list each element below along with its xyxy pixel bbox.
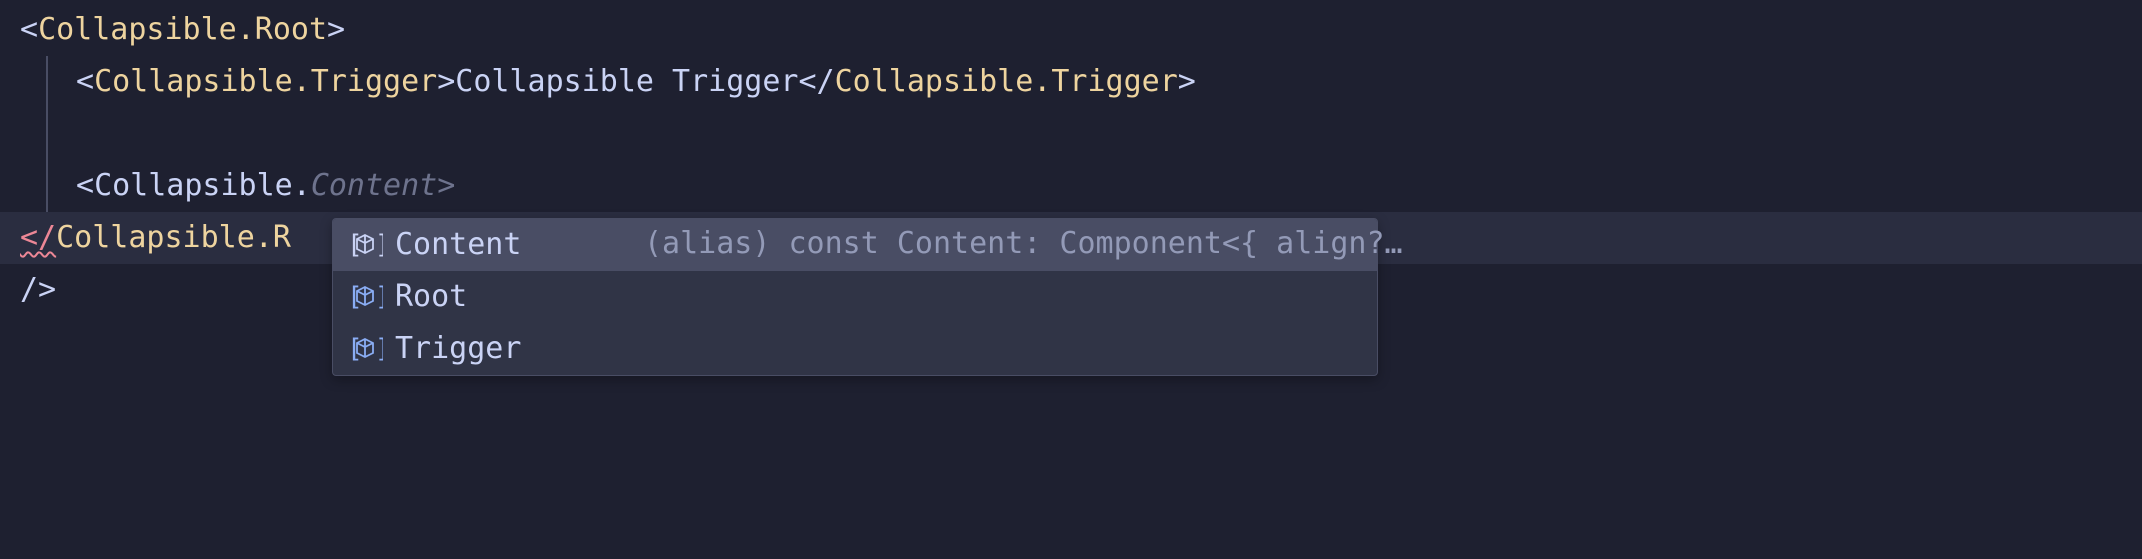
box-icon: [ ] [347,227,383,263]
error-bracket: </ [20,217,56,259]
jsx-text: Collapsible Trigger [455,61,798,103]
jsx-component: Collapsible. [94,165,311,207]
svg-text:]: ] [375,230,383,260]
jsx-component: Collapsible.Root [38,9,327,51]
svg-text:[: [ [347,230,363,260]
jsx-component: Collapsible.Trigger [94,61,437,103]
hint-text: (alias) const Content: Component<{ align… [644,223,1403,265]
ghost-text: Content [311,165,437,207]
autocomplete-item[interactable]: [ ] Trigger [333,323,1377,375]
bracket: < [76,165,94,207]
bracket: < [20,9,38,51]
bracket: > [1178,61,1196,103]
signature-hint: (alias) const Content: Component<{ align… [630,222,1417,266]
autocomplete-label: Content [395,224,521,266]
code-line[interactable]: <Collapsible.Content> [0,160,2142,212]
code-line[interactable] [0,108,2142,160]
svg-text:[: [ [347,334,363,364]
code-line[interactable]: <Collapsible.Trigger>Collapsible Trigger… [0,56,2142,108]
bracket: </ [798,61,834,103]
bracket: > [437,61,455,103]
svg-text:[: [ [347,282,363,312]
autocomplete-label: Trigger [395,328,521,370]
jsx-component: Collapsible.Trigger [835,61,1178,103]
jsx-component: Collapsible.R [56,217,291,259]
box-icon: [ ] [347,279,383,315]
svg-text:]: ] [375,282,383,312]
autocomplete-item[interactable]: [ ] Root [333,271,1377,323]
indent-guide [46,56,48,212]
box-icon: [ ] [347,331,383,367]
self-close: /> [20,269,56,311]
autocomplete-label: Root [395,276,467,318]
bracket: > [327,9,345,51]
bracket: < [76,61,94,103]
code-line[interactable]: <Collapsible.Root> [0,4,2142,56]
svg-text:]: ] [375,334,383,364]
bracket: > [437,165,455,207]
